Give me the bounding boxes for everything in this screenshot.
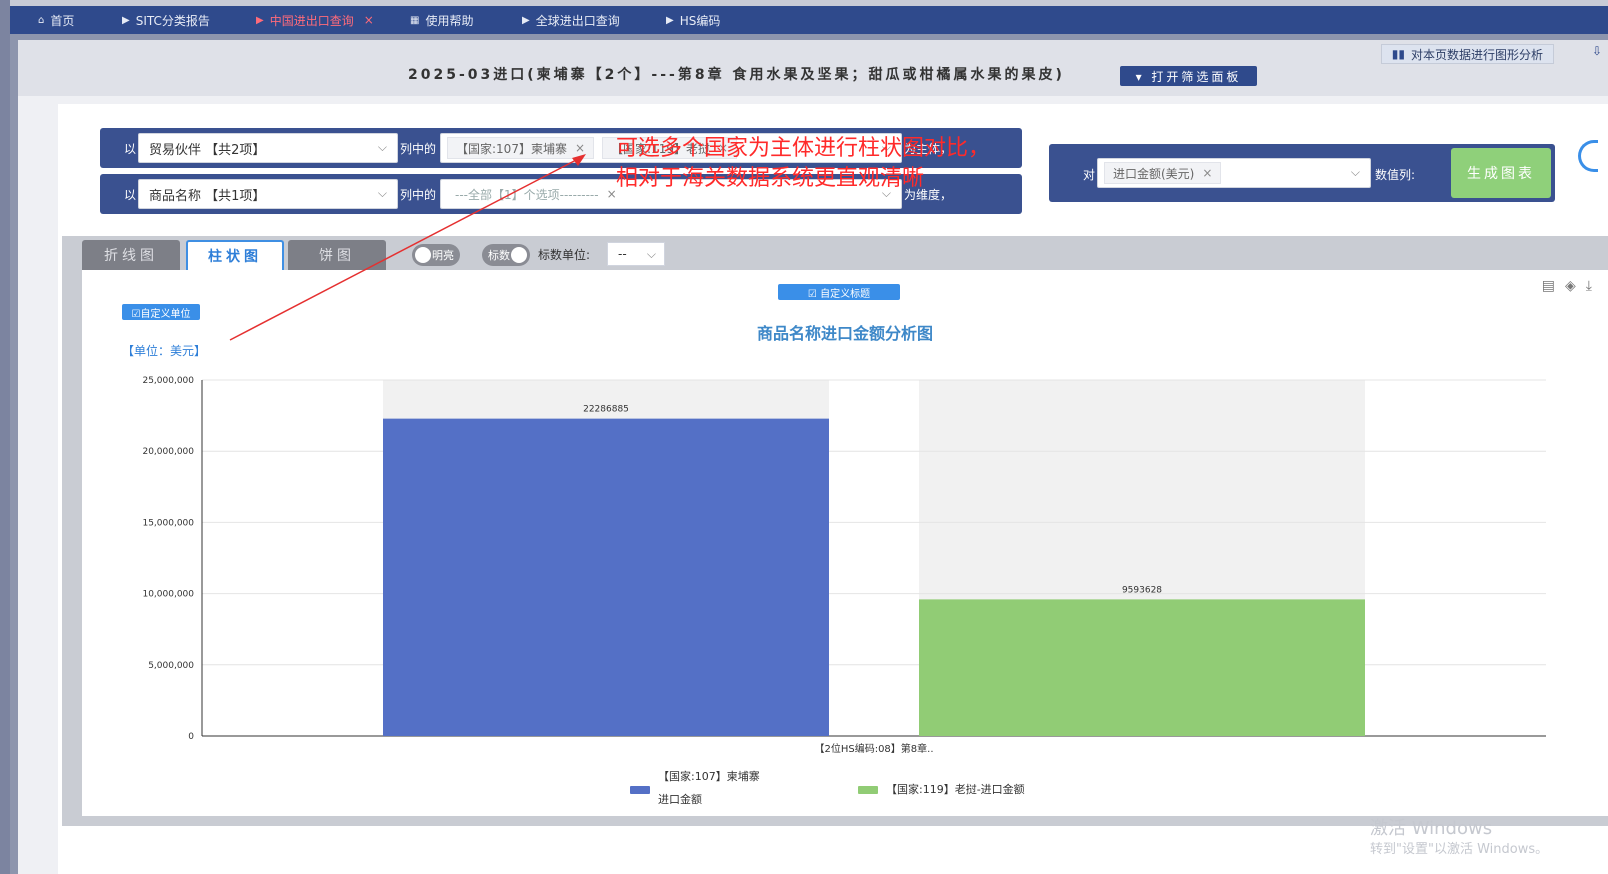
- nav-item-china-import-export[interactable]: ▶ 中国进出口查询 ×: [256, 6, 374, 34]
- bar-chart-icon: ▮▮: [1391, 47, 1405, 61]
- legend-swatch: [858, 786, 878, 794]
- bar-chart: 0 5,000,000 10,000,000 15,000,000 20,000,000…: [142, 376, 1546, 806]
- y-tick-label: 25,000,000: [142, 376, 194, 386]
- tag-import-amount: 进口金额(美元) ×: [1104, 162, 1222, 184]
- legend-label: 进口金额: [658, 792, 702, 806]
- window-left-edge: [0, 0, 10, 874]
- legend-swatch: [630, 786, 650, 794]
- nav-item-help[interactable]: ▦ 使用帮助: [410, 6, 473, 34]
- tag-label: 【国家:107】柬埔寨: [456, 141, 567, 156]
- triangle-right-icon: ▶: [122, 14, 130, 26]
- windows-activation-subtext: 转到"设置"以激活 Windows。: [1370, 842, 1549, 857]
- page-content: ▮▮ 对本页数据进行图形分析 ⇩ 2025-03进口(柬埔寨【2个】---第8章…: [18, 40, 1608, 874]
- nav-item-label: 使用帮助: [425, 13, 474, 28]
- chevron-down-icon: ⌵: [646, 247, 656, 261]
- chart-analysis-label: 对本页数据进行图形分析: [1410, 47, 1543, 62]
- y-tick-label: 20,000,000: [142, 447, 194, 457]
- toggle-knob: [511, 247, 527, 263]
- page-title: 2025-03进口(柬埔寨【2个】---第8章 食用水果及坚果；甜瓜或柑橘属水果…: [408, 67, 1065, 83]
- home-icon: ⌂: [38, 14, 45, 26]
- triangle-right-icon: ▶: [522, 14, 530, 26]
- toggle-label: 明亮: [432, 249, 454, 262]
- select-value: 贸易伙伴 【共2项】: [149, 142, 266, 158]
- tag-country-107: 【国家:107】柬埔寨 ×: [447, 137, 595, 159]
- row-middle: 列中的: [400, 188, 437, 202]
- row-prefix: 以: [124, 188, 137, 202]
- remove-tag-icon[interactable]: ×: [575, 141, 585, 155]
- nav-item-label: 全球进出口查询: [535, 13, 620, 28]
- row-prefix: 以: [124, 142, 137, 156]
- top-nav-bar: ⌂ 首页 ▶ SITC分类报告 ▶ 中国进出口查询 × ▦ 使用帮助 ▶ 全球进…: [10, 6, 1608, 34]
- bar: [919, 599, 1365, 736]
- value-prefix: 对: [1083, 168, 1096, 182]
- legend-label: 【国家:119】老挝-进口金额: [886, 782, 1025, 796]
- toggle-knob: [415, 247, 431, 263]
- toggle-label: 标数: [488, 249, 510, 262]
- tag-label: 进口金额(美元): [1113, 166, 1195, 181]
- tag-label: ---全部【1】个选项---------: [455, 187, 599, 202]
- chart-area: ☑ 自定义标题 ☑自定义单位 ▤ ◈ ⤓ 商品名称进口金额分析图 【单位：美元】…: [82, 270, 1608, 816]
- y-tick-label: 0: [188, 732, 194, 742]
- remove-tag-icon[interactable]: ×: [1202, 166, 1212, 180]
- query-card: 可选多个国家为主体进行柱状图对比， 相对于海关数据系统更直观清晰 以 贸易伙伴 …: [58, 104, 1608, 874]
- y-tick-label: 5,000,000: [148, 661, 194, 671]
- y-tick-label: 15,000,000: [142, 518, 194, 528]
- data-label-toggle[interactable]: 标数: [482, 244, 530, 266]
- nav-item-hs-code[interactable]: ▶ HS编码: [666, 6, 720, 34]
- tab-pie-chart[interactable]: 饼图: [288, 240, 386, 270]
- chevron-down-icon: ⌵: [377, 186, 387, 200]
- triangle-right-icon: ▶: [666, 14, 674, 26]
- nav-item-label: SITC分类报告: [135, 13, 210, 28]
- triangle-right-icon: ▶: [256, 14, 264, 26]
- data-unit-select[interactable]: -- ⌵: [607, 242, 665, 266]
- nav-item-label: 首页: [50, 13, 75, 28]
- screen: ⌂ 首页 ▶ SITC分类报告 ▶ 中国进出口查询 × ▦ 使用帮助 ▶ 全球进…: [0, 0, 1608, 874]
- bright-toggle[interactable]: 明亮: [412, 244, 460, 266]
- generate-chart-button[interactable]: 生成图表: [1451, 148, 1551, 198]
- chart-analysis-button[interactable]: ▮▮ 对本页数据进行图形分析: [1380, 44, 1554, 64]
- close-tab-icon[interactable]: ×: [364, 13, 374, 27]
- value-suffix: 数值列:: [1375, 168, 1416, 182]
- header-band: ▮▮ 对本页数据进行图形分析 ⇩ 2025-03进口(柬埔寨【2个】---第8章…: [18, 40, 1608, 96]
- tag-all-options: ---全部【1】个选项--------- ×: [447, 183, 625, 205]
- nav-item-label: 中国进出口查询: [269, 13, 354, 28]
- y-tick-label: 10,000,000: [142, 590, 194, 600]
- open-filter-panel-button[interactable]: ▾ 打开筛选面板: [1120, 66, 1257, 86]
- annotation-line-1: 可选多个国家为主体进行柱状图对比，: [616, 136, 991, 161]
- red-annotation: 可选多个国家为主体进行柱状图对比， 相对于海关数据系统更直观清晰: [616, 134, 990, 194]
- dimension-column-select[interactable]: 商品名称 【共1项】 ⌵: [138, 179, 398, 209]
- data-unit-label: 标数单位:: [538, 248, 591, 262]
- chevron-down-icon: ⌵: [1350, 165, 1360, 179]
- bar-data-label: 9593628: [1122, 585, 1162, 595]
- tab-line-chart[interactable]: 折线图: [82, 240, 180, 270]
- value-column-select[interactable]: 进口金额(美元) × ⌵: [1097, 158, 1371, 188]
- row-middle: 列中的: [400, 142, 437, 156]
- tab-bar-chart[interactable]: 柱状图: [186, 240, 284, 270]
- x-category-label: 【2位HS编码:08】第8章..: [814, 742, 933, 755]
- value-column-panel: 对 进口金额(美元) × ⌵ 数值列: 生成图表: [1049, 144, 1555, 202]
- select-value: --: [618, 247, 627, 261]
- chart-panel: 折线图 柱状图 饼图 明亮 标数 标数单位: -- ⌵ ☑ 自定义标题 ☑自定义…: [62, 236, 1608, 826]
- bar-data-label: 22286885: [583, 405, 629, 415]
- bar: [383, 418, 829, 736]
- chevron-down-icon: ⌵: [377, 140, 387, 154]
- nav-item-global-trade[interactable]: ▶ 全球进出口查询: [522, 6, 620, 34]
- subject-column-select[interactable]: 贸易伙伴 【共2项】 ⌵: [138, 133, 398, 163]
- download-icon[interactable]: ⇩: [1592, 44, 1608, 64]
- nav-item-label: HS编码: [679, 13, 721, 28]
- windows-activation-watermark: 激活 Windows: [1370, 818, 1493, 839]
- nav-item-sitc-report[interactable]: ▶ SITC分类报告: [122, 6, 210, 34]
- legend-label: 【国家:107】柬埔寨: [658, 769, 760, 783]
- select-value: 商品名称 【共1项】: [149, 188, 266, 204]
- chart-type-tabs: 折线图 柱状图 饼图 明亮 标数 标数单位: -- ⌵: [62, 236, 1608, 270]
- nav-item-home[interactable]: ⌂ 首页: [38, 6, 74, 34]
- grid-icon: ▦: [410, 14, 420, 26]
- annotation-line-2: 相对于海关数据系统更直观清晰: [616, 166, 925, 191]
